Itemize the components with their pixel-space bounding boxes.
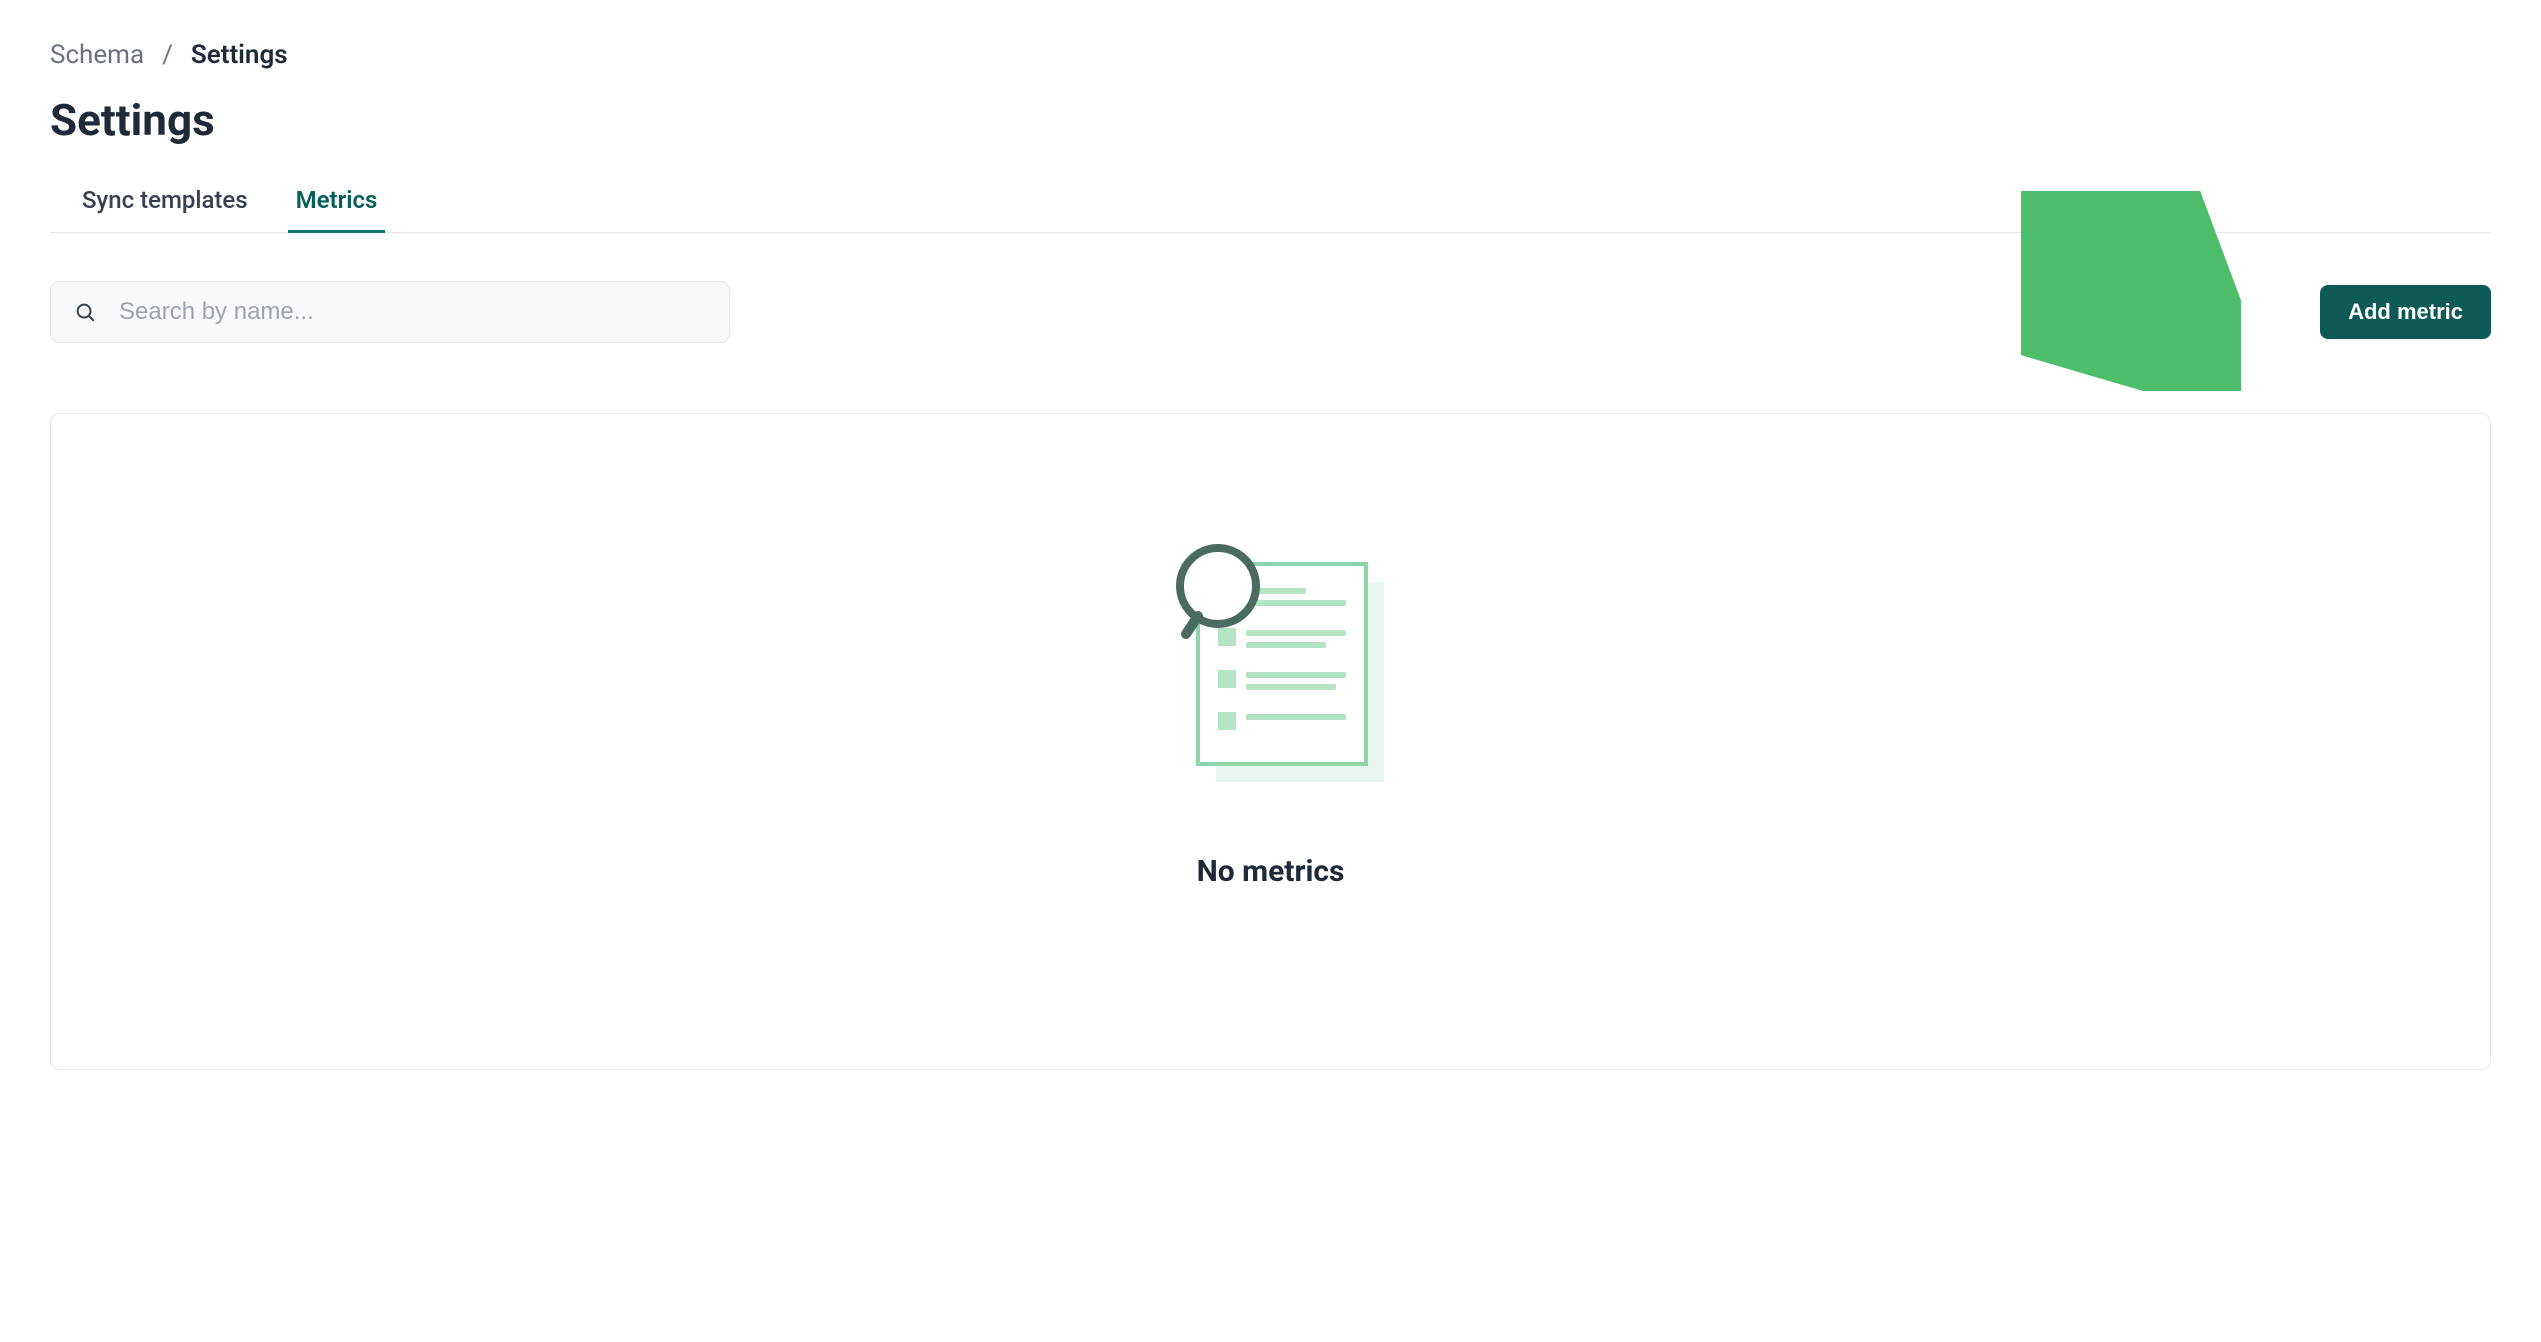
breadcrumb-parent[interactable]: Schema [50, 40, 144, 70]
empty-state-card: No metrics [50, 413, 2491, 1070]
breadcrumb: Schema / Settings [50, 40, 2491, 70]
empty-state-illustration [1156, 534, 1386, 794]
tabs: Sync templates Metrics [50, 186, 2491, 233]
tab-sync-templates[interactable]: Sync templates [82, 186, 248, 232]
empty-state-title: No metrics [1197, 854, 1345, 889]
add-metric-button[interactable]: Add metric [2320, 285, 2491, 339]
search-field-wrap [50, 281, 730, 343]
breadcrumb-current: Settings [191, 40, 288, 70]
search-input[interactable] [50, 281, 730, 343]
tab-metrics[interactable]: Metrics [296, 186, 378, 232]
search-icon [74, 301, 96, 323]
page-title: Settings [50, 94, 2491, 146]
breadcrumb-separator: / [162, 40, 173, 70]
toolbar: Add metric [50, 281, 2491, 343]
